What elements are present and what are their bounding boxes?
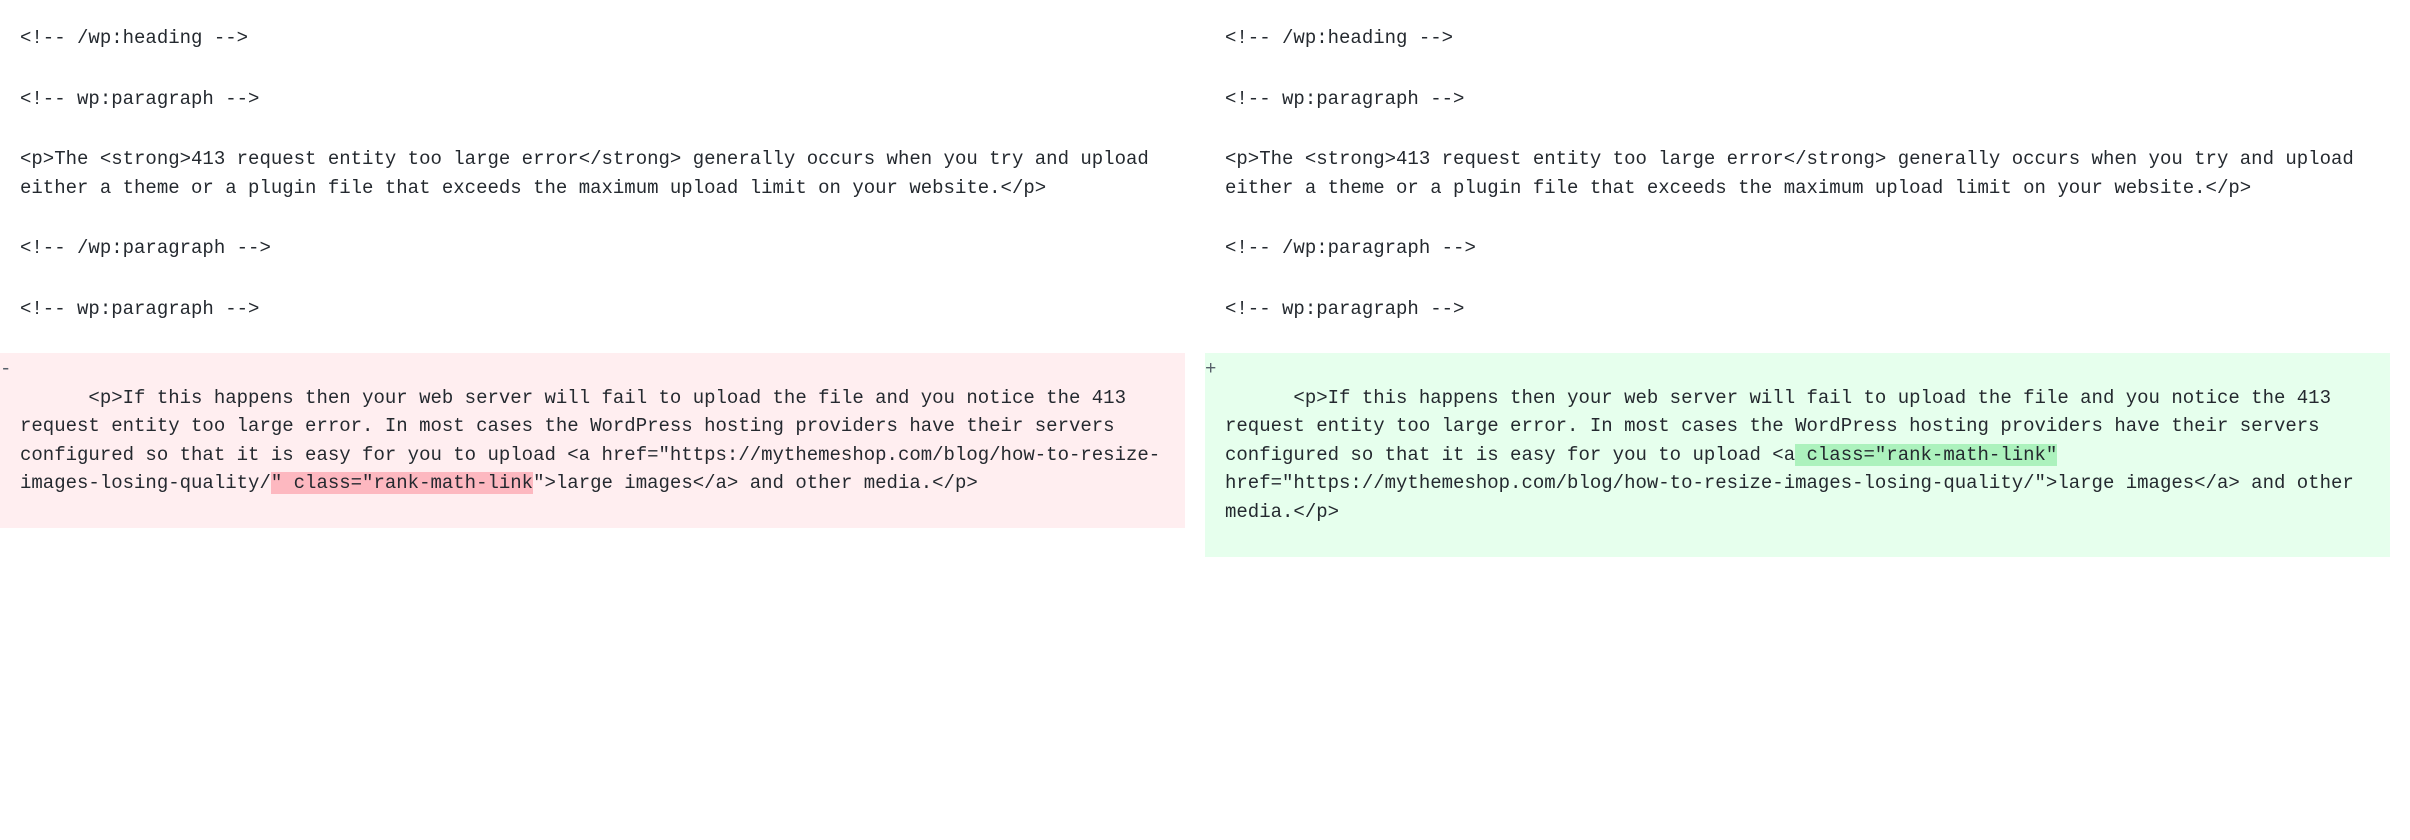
- diff-context-line: <p>The <strong>413 request entity too la…: [20, 143, 1185, 204]
- diff-added-highlight: class="rank-math-link": [1795, 444, 2057, 466]
- diff-removed-line: -<p>If this happens then your web server…: [0, 353, 1185, 528]
- diff-context-line: <!-- /wp:paragraph -->: [20, 232, 1185, 265]
- diff-context-line: <!-- /wp:heading -->: [20, 22, 1185, 55]
- diff-text: <p>If this happens then your web server …: [1225, 387, 2342, 466]
- diff-context-line: <!-- wp:paragraph -->: [1225, 83, 2390, 116]
- diff-context-line: [20, 115, 1185, 143]
- diff-marker-minus: -: [0, 355, 16, 384]
- diff-context-line: [1225, 115, 2390, 143]
- diff-context-line: [1225, 265, 2390, 293]
- diff-container: <!-- /wp:heading --> <!-- wp:paragraph -…: [0, 10, 2410, 569]
- diff-context-line: [1225, 325, 2390, 353]
- diff-context-line: [20, 55, 1185, 83]
- diff-context-line: <p>The <strong>413 request entity too la…: [1225, 143, 2390, 204]
- diff-context-line: [1225, 204, 2390, 232]
- diff-context-line: <!-- wp:paragraph -->: [20, 293, 1185, 326]
- diff-added-line: +<p>If this happens then your web server…: [1205, 353, 2390, 557]
- diff-context-line: <!-- /wp:paragraph -->: [1225, 232, 2390, 265]
- diff-context-line: <!-- wp:paragraph -->: [1225, 293, 2390, 326]
- diff-removed-highlight: " class="rank-math-link: [271, 472, 533, 494]
- diff-context-line: <!-- wp:paragraph -->: [20, 83, 1185, 116]
- diff-context-line: [20, 265, 1185, 293]
- diff-right-side: <!-- /wp:heading --> <!-- wp:paragraph -…: [1205, 10, 2410, 569]
- diff-context-line: [1225, 55, 2390, 83]
- diff-context-line: [20, 204, 1185, 232]
- diff-marker-plus: +: [1205, 355, 1221, 384]
- diff-left-side: <!-- /wp:heading --> <!-- wp:paragraph -…: [0, 10, 1205, 569]
- diff-context-line: <!-- /wp:heading -->: [1225, 22, 2390, 55]
- diff-text: ">large images</a> and other media.</p>: [533, 472, 978, 494]
- diff-context-line: [20, 325, 1185, 353]
